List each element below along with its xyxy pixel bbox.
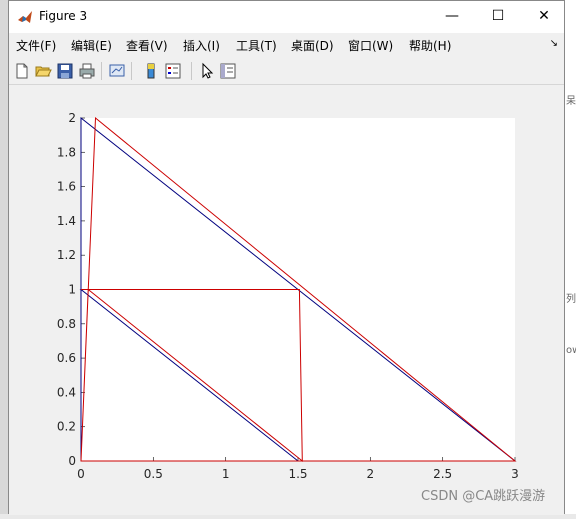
x-tick-label: 2 [367,467,375,481]
x-tick-label: 1.5 [288,467,307,481]
figure-window: Figure 3 — ☐ ✕ 文件(F) 编辑(E) 查看(V) 插入(I) 工… [8,0,565,515]
background-text-fragment: 列 [566,294,576,305]
link-plot-icon[interactable] [108,62,126,80]
open-file-icon[interactable] [34,62,52,80]
y-tick-label: 1 [68,283,76,297]
y-tick-label: 0 [68,454,76,468]
insert-legend-icon[interactable] [164,62,182,80]
watermark-text: CSDN @CA跳跃漫游 [421,489,546,504]
menu-edit[interactable]: 编辑(E) [71,37,112,54]
y-tick-label: 0.8 [57,317,76,331]
x-tick-label: 2.5 [433,467,452,481]
matlab-logo-icon [17,9,33,25]
menu-view[interactable]: 查看(V) [126,37,168,54]
new-figure-icon[interactable] [13,62,31,80]
toolbar-separator [131,62,132,80]
y-tick-label: 1.4 [57,214,76,228]
y-tick-label: 1.2 [57,248,76,262]
menu-insert[interactable]: 插入(I) [183,37,220,54]
y-tick-label: 0.6 [57,351,76,365]
x-tick-label: 3 [511,467,519,481]
property-inspector-icon[interactable] [219,62,237,80]
x-tick-label: 0 [77,467,85,481]
maximize-button[interactable]: ☐ [475,1,521,33]
y-tick-label: 2 [68,111,76,125]
x-tick-label: 1 [222,467,230,481]
background-window-right: 呆 列 ow [565,0,576,514]
y-tick-label: 1.8 [57,145,76,159]
save-icon[interactable] [56,62,74,80]
close-button[interactable]: ✕ [521,1,567,33]
menu-bar: 文件(F) 编辑(E) 查看(V) 插入(I) 工具(T) 桌面(D) 窗口(W… [9,34,564,56]
background-text-fragment: 呆 [566,96,576,107]
minimize-button[interactable]: — [429,1,475,33]
menu-window[interactable]: 窗口(W) [348,37,393,54]
dock-arrow-icon[interactable]: ↘ [550,38,558,49]
toolbar [9,58,564,85]
background-text-fragment: ow [566,345,576,356]
y-tick-label: 0.4 [57,385,76,399]
y-tick-label: 0.2 [57,420,76,434]
menu-tools[interactable]: 工具(T) [236,37,277,54]
title-bar[interactable]: Figure 3 — ☐ ✕ [9,1,564,33]
figure-canvas: 0 0.5 1 1.5 2 2.5 3 0 0.2 0.4 0.6 0.8 1 1.2 1.4 1.6 1.8 2 [9,85,564,515]
edit-plot-icon[interactable] [198,62,216,80]
x-tick-label: 0.5 [144,467,163,481]
print-icon[interactable] [78,62,96,80]
window-title: Figure 3 [39,9,88,23]
menu-help[interactable]: 帮助(H) [409,37,451,54]
y-tick-label: 1.6 [57,180,76,194]
menu-desktop[interactable]: 桌面(D) [291,37,334,54]
background-window-left [0,0,8,514]
insert-colorbar-icon[interactable] [142,62,160,80]
toolbar-separator [101,62,102,80]
toolbar-separator [191,62,192,80]
line-plot[interactable]: 0 0.5 1 1.5 2 2.5 3 0 0.2 0.4 0.6 0.8 1 1.2 1.4 1.6 1.8 2 [9,85,564,515]
menu-file[interactable]: 文件(F) [16,37,56,54]
